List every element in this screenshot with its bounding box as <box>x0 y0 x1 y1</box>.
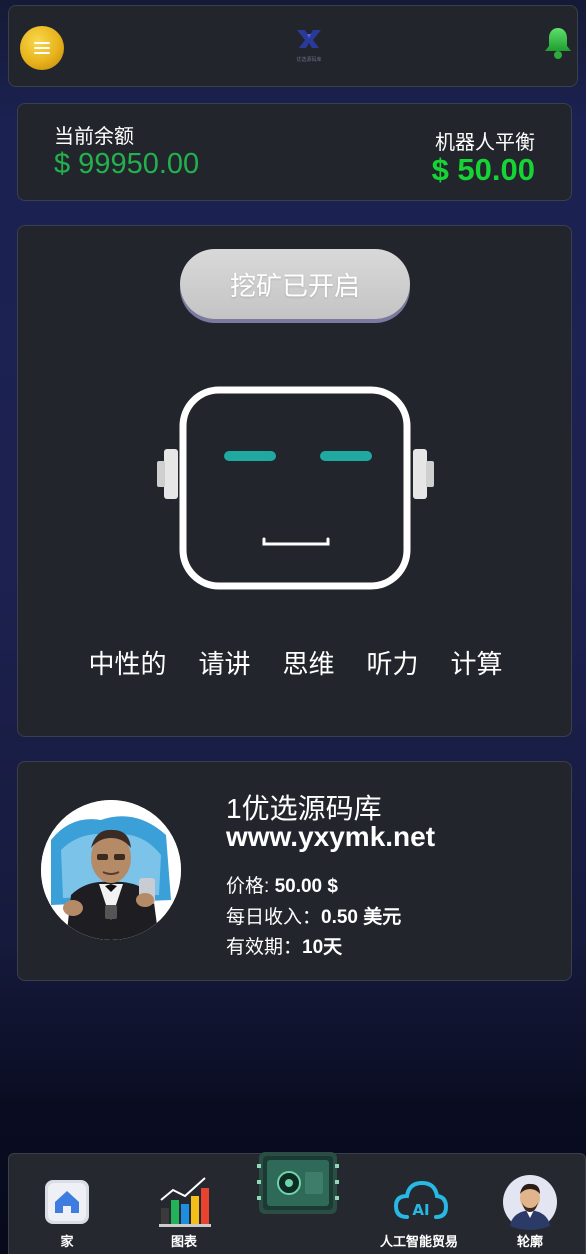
nav-home-label: 家 <box>60 1234 74 1249</box>
nav-ai-trade[interactable]: AI 人工智能贸易 <box>369 1154 469 1254</box>
mode-think[interactable]: 思维 <box>282 644 334 680</box>
product-validity: 有效期：10天 <box>226 932 342 959</box>
home-icon <box>45 1180 89 1224</box>
logo-text: 优选源码库 <box>296 57 322 63</box>
mode-speak[interactable]: 请讲 <box>198 644 250 680</box>
robot-balance-label: 机器人平衡 <box>435 132 535 154</box>
ai-cloud-icon: AI <box>394 1180 448 1219</box>
menu-line <box>34 47 50 49</box>
price-label: 价格: <box>226 876 275 897</box>
current-balance-value: $ 99950.00 <box>54 148 200 180</box>
svg-text:AI: AI <box>412 1201 429 1219</box>
mode-compute[interactable]: 计算 <box>451 644 503 680</box>
mining-panel: 挖矿已开启 中性的 请讲 思维 听力 计算 <box>17 225 572 737</box>
nav-chart[interactable]: 图表 <box>149 1154 219 1254</box>
price-value: 50.00 $ <box>274 876 338 897</box>
menu-button[interactable] <box>20 26 64 70</box>
daily-income-label: 每日收入： <box>226 907 322 928</box>
robot-balance-value: $ 50.00 <box>431 152 535 187</box>
nav-mining-chip[interactable] <box>257 1150 341 1250</box>
menu-line <box>34 42 50 44</box>
validity-value: 10天 <box>302 937 343 958</box>
bottom-nav: 家 图表 AI 人工智能贸易 轮廓 <box>8 1150 586 1254</box>
validity-label: 有效期： <box>226 937 303 958</box>
nav-profile-label: 轮廓 <box>516 1234 543 1249</box>
mining-toggle-button[interactable]: 挖矿已开启 <box>180 249 410 319</box>
profile-icon <box>503 1175 557 1230</box>
product-daily-income: 每日收入：0.50 美元 <box>226 902 401 929</box>
chart-icon <box>159 1177 211 1227</box>
nav-chart-label: 图表 <box>170 1234 197 1249</box>
mode-neutral[interactable]: 中性的 <box>88 644 166 680</box>
daily-income-value: 0.50 美元 <box>321 907 402 928</box>
logo-icon <box>297 30 321 48</box>
robot-product-card[interactable]: 1优选源码库 www.yxymk.net 价格: 50.00 $ 每日收入：0.… <box>17 761 572 981</box>
balance-panel: 当前余额 $ 99950.00 机器人平衡 $ 50.00 <box>17 103 572 201</box>
current-balance-label: 当前余额 <box>54 126 134 148</box>
nav-ai-label: 人工智能贸易 <box>379 1234 458 1249</box>
top-header: 优选源码库 <box>8 5 578 87</box>
app-logo[interactable]: 优选源码库 <box>291 28 327 63</box>
product-url: www.yxymk.net <box>226 821 436 852</box>
mode-list: 中性的 请讲 思维 听力 计算 <box>18 644 573 680</box>
nav-home[interactable]: 家 <box>35 1154 99 1254</box>
menu-line <box>34 52 50 54</box>
product-avatar <box>41 800 181 940</box>
product-price: 价格: 50.00 $ <box>226 871 338 898</box>
notification-bell-icon[interactable] <box>543 26 573 60</box>
mode-listen[interactable]: 听力 <box>367 644 419 680</box>
robot-face-icon <box>157 386 434 590</box>
nav-profile[interactable]: 轮廓 <box>497 1154 563 1254</box>
chip-icon <box>257 1152 339 1214</box>
